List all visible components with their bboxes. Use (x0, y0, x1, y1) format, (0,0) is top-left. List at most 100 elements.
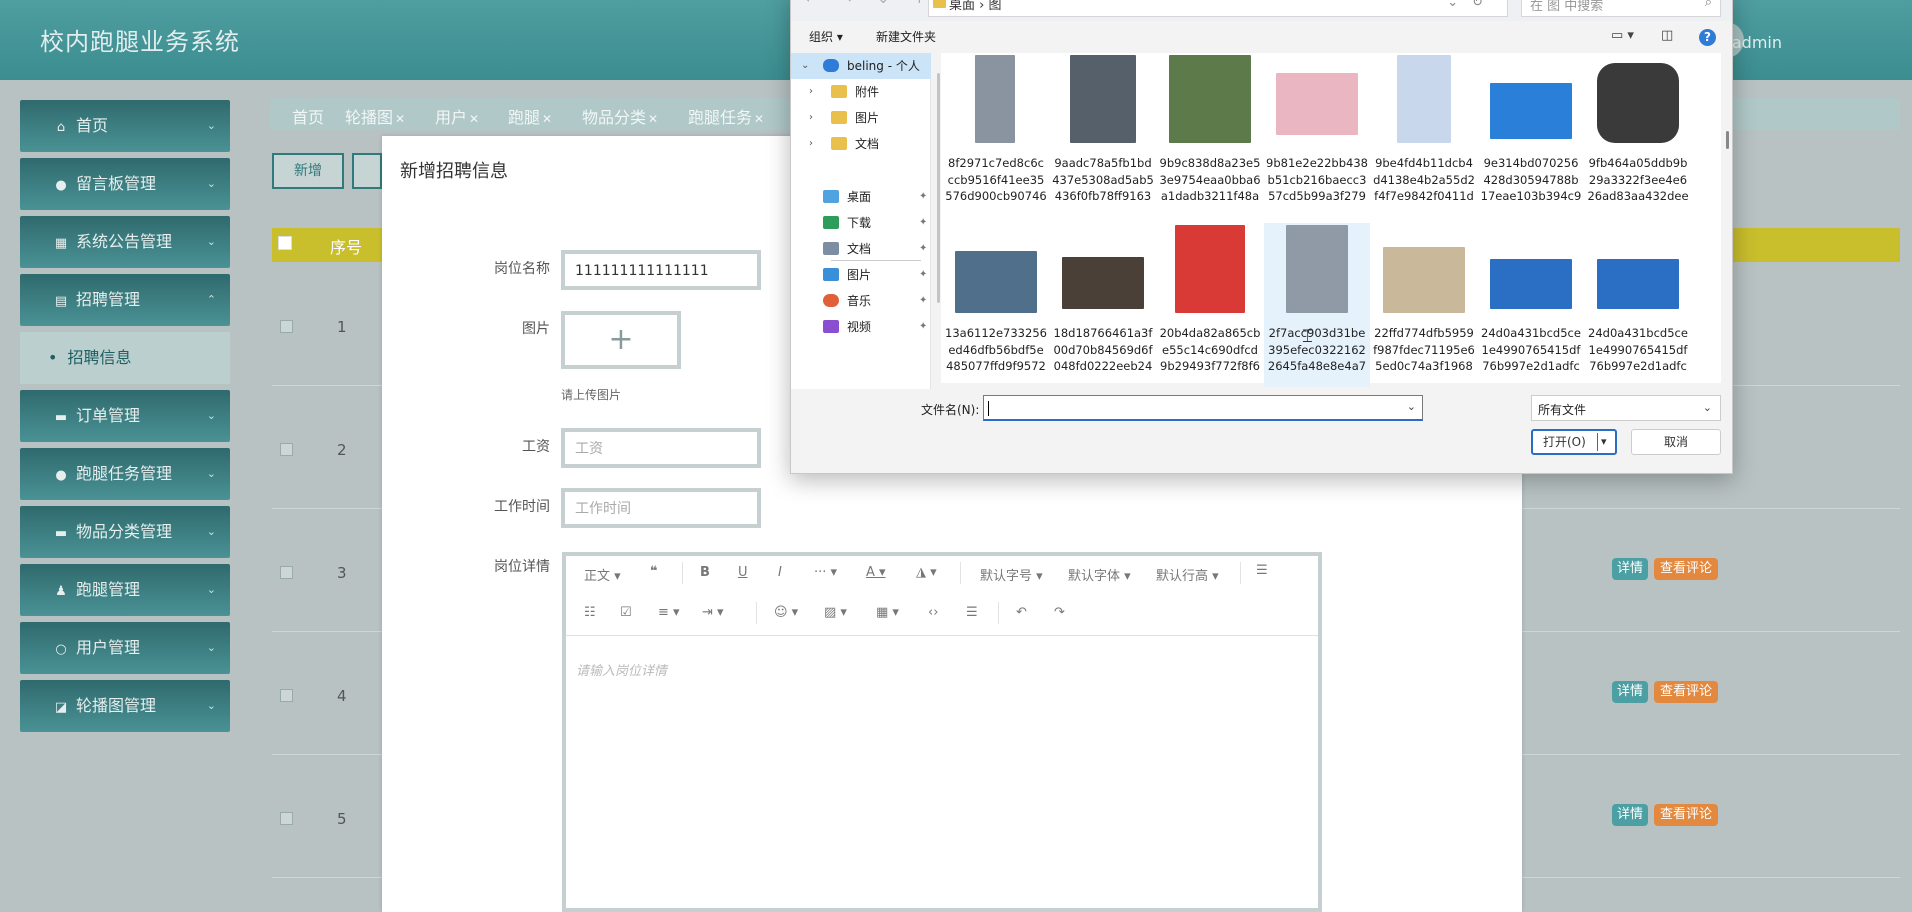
chevron-down-icon[interactable]: ▾ (1601, 431, 1607, 453)
close-icon[interactable]: ✕ (395, 112, 405, 126)
nav-item-pictures-folder[interactable]: › 图片 (791, 105, 931, 131)
nav-item-downloads[interactable]: 下载 ✦ (791, 210, 931, 236)
sidebar-subitem-recruitment-info[interactable]: • 招聘信息 (20, 332, 230, 384)
row-checkbox[interactable] (280, 566, 293, 579)
file-item[interactable]: 9b9c838d8a23e53e9754eaa0bba6a1dadb3211f4… (1157, 53, 1263, 217)
nav-item-desktop[interactable]: 桌面 ✦ (791, 184, 931, 210)
align-icon[interactable]: ≡ ▾ (658, 605, 680, 620)
sidebar-item-categories[interactable]: ▬ 物品分类管理 ⌄ (20, 506, 230, 558)
emoji-icon[interactable]: ☺ ▾ (774, 605, 798, 620)
bullet-list-icon[interactable]: ☰ (1256, 563, 1268, 578)
close-icon[interactable]: ✕ (648, 112, 658, 126)
sidebar-item-users[interactable]: ○ 用户管理 ⌄ (20, 622, 230, 674)
sidebar-item-errand-tasks[interactable]: ● 跑腿任务管理 ⌄ (20, 448, 230, 500)
tab-errand-tasks[interactable]: 跑腿任务 ✕ (688, 104, 764, 128)
row-checkbox[interactable] (280, 443, 293, 456)
tab-errands[interactable]: 跑腿 ✕ (508, 104, 552, 128)
table-insert-icon[interactable]: ▦ ▾ (876, 605, 899, 620)
file-item[interactable]: 18d18766461a3f00d70b84569d6f048fd0222eeb… (1050, 223, 1156, 387)
bold-icon[interactable]: B (700, 565, 710, 580)
back-forward-icons[interactable]: ← → ⌄ ↑ (805, 0, 935, 7)
nav-item-videos[interactable]: 视频 ✦ (791, 314, 931, 340)
nav-item-documents-folder[interactable]: › 文档 (791, 131, 931, 157)
indent-icon[interactable]: ⇥ ▾ (702, 605, 724, 620)
underline-icon[interactable]: U (738, 565, 748, 580)
sidebar-item-carousel[interactable]: ◪ 轮播图管理 ⌄ (20, 680, 230, 732)
secondary-button[interactable] (352, 153, 382, 189)
worktime-input[interactable]: 工作时间 (561, 488, 761, 528)
add-button[interactable]: 新增 (272, 153, 344, 189)
refresh-icon[interactable]: ⌄↻ (1447, 0, 1497, 10)
font-family-select[interactable]: 默认字体 ▾ (1068, 565, 1131, 584)
detail-button[interactable]: 详情 (1612, 681, 1648, 703)
file-item[interactable]: 9b81e2e22bb438b51cb216baecc357cd5b99a3f2… (1264, 53, 1370, 217)
sidebar-item-home[interactable]: ⌂ 首页 ⌄ (20, 100, 230, 152)
view-comments-button[interactable]: 查看评论 (1654, 558, 1718, 580)
paragraph-select[interactable]: 正文 ▾ (584, 565, 621, 584)
file-type-select[interactable]: 所有文件 ⌄ (1531, 395, 1721, 421)
code-icon[interactable]: ‹› (928, 605, 938, 620)
background-color-icon[interactable]: ◮ ▾ (916, 565, 937, 580)
close-icon[interactable]: ✕ (542, 112, 552, 126)
cancel-button[interactable]: 取消 (1631, 429, 1721, 455)
file-item[interactable]: 9fb464a05ddb9b29a3322f3ee4e626ad83aa432d… (1585, 53, 1691, 217)
file-item[interactable]: 2f7acc903d31be395efec03221622645fa48e8e4… (1264, 223, 1370, 387)
sidebar-item-messages[interactable]: ● 留言板管理 ⌄ (20, 158, 230, 210)
font-size-select[interactable]: 默认字号 ▾ (980, 565, 1043, 584)
filename-input[interactable]: ⌄ (983, 395, 1423, 421)
close-icon[interactable]: ✕ (754, 112, 764, 126)
undo-icon[interactable]: ↶ (1016, 605, 1027, 620)
tab-categories[interactable]: 物品分类 ✕ (582, 104, 658, 128)
nav-item-pictures[interactable]: 图片 ✦ (791, 262, 931, 288)
open-button[interactable]: 打开(O) ▾ (1531, 429, 1617, 455)
italic-icon[interactable]: I (778, 565, 782, 580)
search-input[interactable]: 在 图 中搜索 ⌕ (1521, 0, 1721, 17)
select-all-checkbox[interactable] (278, 236, 292, 250)
preview-pane-icon[interactable]: ◫ (1661, 28, 1673, 43)
insert-image-icon[interactable]: ▨ ▾ (824, 605, 847, 620)
help-icon[interactable]: ? (1699, 29, 1716, 46)
nav-item-onedrive[interactable]: ⌄ beling - 个人 (791, 53, 931, 79)
editor-placeholder[interactable]: 请输入岗位详情 (576, 660, 667, 679)
sidebar-item-errands[interactable]: ♟ 跑腿管理 ⌄ (20, 564, 230, 616)
todo-icon[interactable]: ☑ (620, 605, 632, 620)
file-item[interactable]: 24d0a431bcd5ce1e4990765415df76b997e2d1ad… (1585, 223, 1691, 387)
tab-home[interactable]: 首页 (292, 104, 324, 128)
grid-scrollbar[interactable] (1726, 131, 1729, 149)
chevron-down-icon[interactable]: ⌄ (1407, 400, 1416, 413)
row-checkbox[interactable] (280, 812, 293, 825)
sidebar-item-recruitment[interactable]: ▤ 招聘管理 ⌃ (20, 274, 230, 326)
file-item[interactable]: 24d0a431bcd5ce1e4990765415df76b997e2d1ad… (1478, 223, 1584, 387)
position-name-input[interactable]: 111111111111111 (561, 250, 761, 290)
view-comments-button[interactable]: 查看评论 (1654, 681, 1718, 703)
detail-button[interactable]: 详情 (1612, 804, 1648, 826)
detail-button[interactable]: 详情 (1612, 558, 1648, 580)
file-item[interactable]: 9e314bd070256428d30594788b17eae103b394c9… (1478, 53, 1584, 217)
organize-button[interactable]: 组织 ▾ (809, 28, 843, 45)
file-item[interactable]: 20b4da82a865cbe55c14c690dfcd9b29493f772f… (1157, 223, 1263, 387)
nav-item-attachments[interactable]: › 附件 (791, 79, 931, 105)
close-icon[interactable]: ✕ (469, 112, 479, 126)
salary-input[interactable]: 工资 (561, 428, 761, 468)
redo-icon[interactable]: ↷ (1054, 605, 1065, 620)
sidebar-item-notices[interactable]: ▦ 系统公告管理 ⌄ (20, 216, 230, 268)
row-checkbox[interactable] (280, 689, 293, 702)
nav-item-documents[interactable]: 文档 ✦ (791, 236, 931, 262)
numbered-list-icon[interactable]: ☷ (584, 605, 596, 620)
divider-line-icon[interactable]: ☰ (966, 605, 978, 620)
line-height-select[interactable]: 默认行高 ▾ (1156, 565, 1219, 584)
new-folder-button[interactable]: 新建文件夹 (876, 28, 936, 45)
image-upload[interactable]: + (561, 311, 681, 369)
file-item[interactable]: 13a6112e733256ed46dfb56bdf5e485077ffd9f9… (943, 223, 1049, 387)
row-checkbox[interactable] (280, 320, 293, 333)
file-item[interactable]: 22ffd774dfb5959f987fdec71195e65ed0c74a3f… (1371, 223, 1477, 387)
sidebar-item-orders[interactable]: ▬ 订单管理 ⌄ (20, 390, 230, 442)
view-options-icon[interactable]: ▭ ▾ (1611, 28, 1634, 43)
quote-icon[interactable]: ❝ (650, 564, 658, 579)
font-color-icon[interactable]: A ▾ (866, 565, 886, 580)
file-item[interactable]: 9be4fd4b11dcb4d4138e4b2a55d2f4f7e9842f04… (1371, 53, 1477, 217)
address-box[interactable]: 桌面 › 图 ⌄↻ (928, 0, 1508, 17)
nav-scrollbar[interactable] (937, 73, 940, 303)
view-comments-button[interactable]: 查看评论 (1654, 804, 1718, 826)
more-icon[interactable]: ··· ▾ (814, 565, 837, 580)
